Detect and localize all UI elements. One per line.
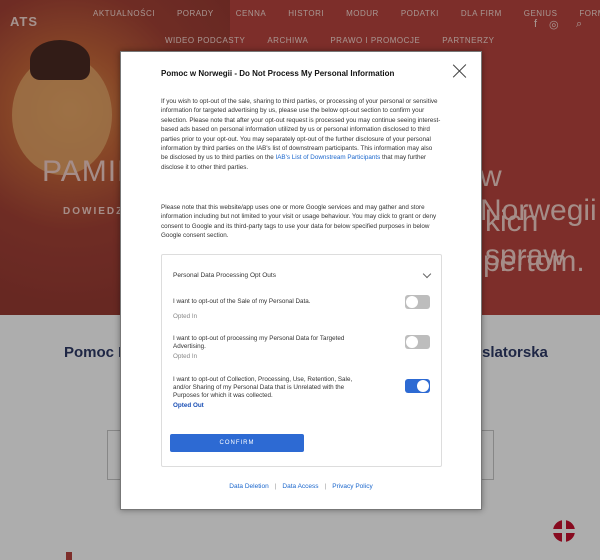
option-label: I want to opt-out of the Sale of my Pers…	[173, 298, 311, 305]
close-icon[interactable]	[451, 62, 469, 80]
iab-list-link[interactable]: IAB's List of Downstream Participants	[275, 154, 380, 161]
option-label: I want to opt-out of Collection, Process…	[173, 376, 353, 399]
opt-out-panel: Personal Data Processing Opt Outs I want…	[161, 254, 442, 467]
chevron-down-icon[interactable]	[422, 269, 432, 279]
toggle-knob	[406, 336, 418, 348]
option-status: Opted Out	[173, 402, 204, 409]
consent-dialog: Pomoc w Norwegii - Do Not Process My Per…	[120, 51, 482, 510]
targeted-ads-opt-out-toggle[interactable]	[405, 335, 430, 349]
toggle-knob	[417, 380, 429, 392]
privacy-policy-link[interactable]: Privacy Policy	[332, 483, 372, 490]
dialog-description: If you wish to opt-out of the sale, shar…	[161, 97, 441, 172]
google-consent-text: Please note that this website/app uses o…	[161, 204, 437, 240]
dialog-title: Pomoc w Norwegii - Do Not Process My Per…	[161, 69, 395, 78]
sale-opt-out-toggle[interactable]	[405, 295, 430, 309]
link-separator: |	[324, 483, 327, 490]
panel-header: Personal Data Processing Opt Outs	[173, 272, 276, 279]
dialog-footer-links: Data Deletion | Data Access | Privacy Policy	[121, 483, 481, 490]
toggle-knob	[406, 296, 418, 308]
link-separator: |	[274, 483, 277, 490]
option-status: Opted In	[173, 353, 198, 360]
option-status: Opted In	[173, 313, 198, 320]
unrelated-purposes-opt-out-toggle[interactable]	[405, 379, 430, 393]
description-text: If you wish to opt-out of the sale, shar…	[161, 98, 441, 162]
data-access-link[interactable]: Data Access	[282, 483, 318, 490]
option-label: I want to opt-out of processing my Perso…	[173, 335, 345, 350]
confirm-button[interactable]: CONFIRM	[170, 434, 304, 452]
data-deletion-link[interactable]: Data Deletion	[229, 483, 268, 490]
